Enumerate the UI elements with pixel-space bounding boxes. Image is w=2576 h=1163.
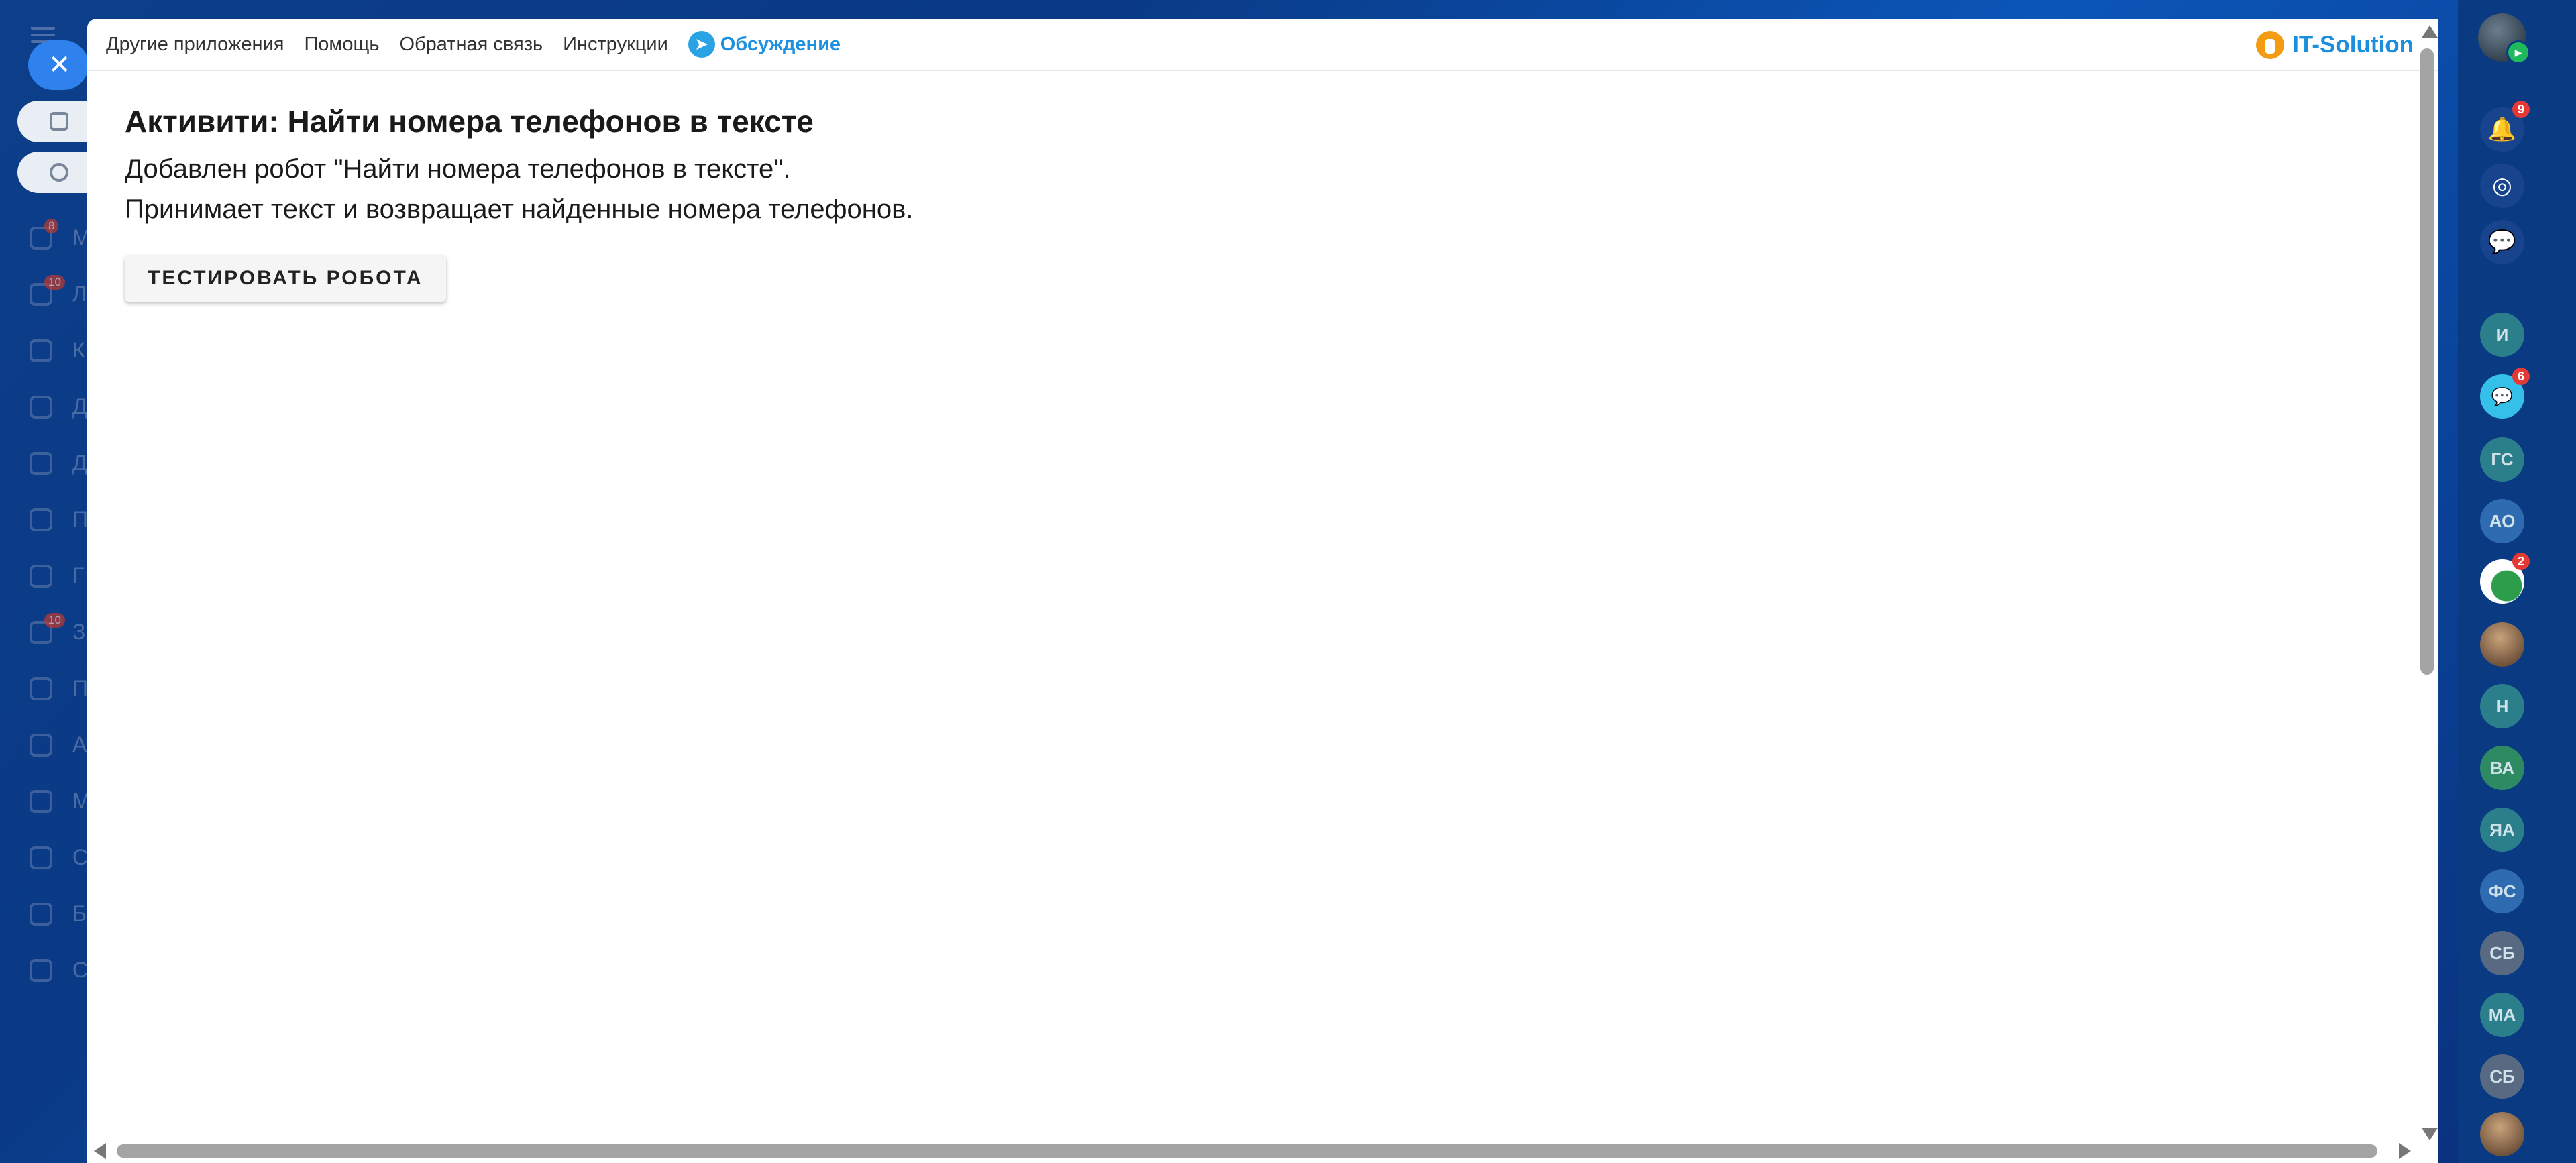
description-line-2: Принимает текст и возвращает найденные н… bbox=[125, 195, 914, 224]
chat-avatar[interactable]: АО bbox=[2480, 499, 2524, 543]
group-chat-avatar[interactable]: 💬 6 bbox=[2480, 368, 2530, 419]
chat-search-button[interactable]: 💬 bbox=[2480, 220, 2524, 264]
bg-sidebar-item: 10 Л bbox=[30, 275, 87, 307]
bg-sidebar-item: А bbox=[30, 731, 87, 758]
telegram-icon: ➤ bbox=[688, 31, 715, 58]
app-top-nav: Другие приложения Помощь Обратная связь … bbox=[87, 19, 2438, 71]
app-slider-panel: Другие приложения Помощь Обратная связь … bbox=[87, 19, 2438, 1163]
app-content: Активити: Найти номера телефонов в текст… bbox=[87, 71, 2438, 302]
open-in-new-window-button[interactable] bbox=[17, 101, 90, 142]
bg-sidebar-item: С bbox=[30, 956, 88, 983]
chat-avatar[interactable]: СБ bbox=[2480, 1054, 2524, 1099]
chat-avatar[interactable]: Н bbox=[2480, 684, 2524, 728]
bg-sidebar-item: Г bbox=[30, 562, 84, 589]
bg-sidebar-item: Д bbox=[30, 449, 87, 476]
bg-sidebar-item: П bbox=[30, 675, 88, 702]
nav-feedback[interactable]: Обратная связь bbox=[399, 34, 543, 56]
nav-other-apps[interactable]: Другие приложения bbox=[106, 34, 284, 56]
bot-unread-count: 2 bbox=[2512, 553, 2530, 570]
play-icon: ▶ bbox=[2506, 40, 2530, 64]
spiral-icon: ◎ bbox=[2492, 173, 2512, 199]
link-icon bbox=[50, 163, 68, 182]
scroll-left-icon[interactable] bbox=[94, 1143, 106, 1159]
horizontal-scroll-thumb[interactable] bbox=[117, 1144, 2377, 1158]
notifications-count: 9 bbox=[2512, 101, 2530, 118]
bg-sidebar-item: П bbox=[30, 506, 88, 533]
bg-sidebar-item: Д bbox=[30, 393, 87, 420]
bg-sidebar-item: М bbox=[30, 787, 91, 814]
chat-bubble-icon: 💬 bbox=[2491, 386, 2514, 406]
brand-logo[interactable]: IT-Solution bbox=[2256, 31, 2414, 59]
chat-unread-count: 6 bbox=[2512, 368, 2530, 385]
bg-sidebar-item: Б bbox=[30, 900, 87, 927]
chat-avatar[interactable]: ВА bbox=[2480, 746, 2524, 790]
user-photo-avatar[interactable] bbox=[2480, 622, 2524, 667]
close-slider-button[interactable]: ✕ bbox=[28, 40, 89, 90]
bg-sidebar-item: 8М bbox=[30, 219, 91, 251]
brand-name: IT-Solution bbox=[2292, 32, 2414, 58]
chat-avatar[interactable]: МА bbox=[2480, 993, 2524, 1037]
user-photo-avatar[interactable] bbox=[2480, 1112, 2524, 1156]
scroll-right-icon[interactable] bbox=[2399, 1143, 2411, 1159]
horizontal-scrollbar[interactable] bbox=[87, 1136, 2416, 1163]
nav-instructions[interactable]: Инструкции bbox=[563, 34, 668, 56]
scroll-down-icon[interactable] bbox=[2422, 1128, 2438, 1140]
description-line-1: Добавлен робот "Найти номера телефонов в… bbox=[125, 154, 791, 184]
bot-avatar[interactable]: 2 bbox=[2480, 553, 2530, 604]
test-robot-button[interactable]: ТЕСТИРОВАТЬ РОБОТА bbox=[125, 255, 446, 302]
copy-link-button[interactable] bbox=[17, 152, 90, 193]
chat-avatar[interactable]: И bbox=[2480, 313, 2524, 357]
current-user-avatar[interactable]: ▶ bbox=[2478, 13, 2530, 64]
copilot-button[interactable]: ◎ bbox=[2480, 164, 2524, 208]
bg-sidebar-item: 10 З bbox=[30, 613, 85, 645]
vertical-scrollbar[interactable] bbox=[2416, 19, 2438, 1140]
bell-icon: 🔔 bbox=[2487, 117, 2517, 142]
chat-avatar[interactable]: ЯА bbox=[2480, 808, 2524, 852]
bg-sidebar-item: К bbox=[30, 337, 85, 364]
it-solution-logo-icon bbox=[2256, 31, 2285, 59]
notifications-button[interactable]: 🔔 9 bbox=[2480, 101, 2530, 152]
nav-discussion-label: Обсуждение bbox=[720, 33, 841, 55]
scroll-up-icon[interactable] bbox=[2422, 25, 2438, 38]
chat-avatar[interactable]: ГС bbox=[2480, 437, 2524, 482]
page-title: Активити: Найти номера телефонов в текст… bbox=[125, 104, 814, 139]
chat-avatar[interactable]: СБ bbox=[2480, 931, 2524, 975]
chat-avatar[interactable]: ФС bbox=[2480, 869, 2524, 913]
nav-discussion[interactable]: ➤ Обсуждение bbox=[688, 31, 841, 58]
bg-sidebar-item: С bbox=[30, 844, 88, 871]
external-link-icon bbox=[50, 112, 68, 131]
nav-help[interactable]: Помощь bbox=[304, 34, 379, 56]
chat-icon: 💬 bbox=[2487, 229, 2517, 255]
vertical-scroll-thumb[interactable] bbox=[2420, 48, 2434, 675]
